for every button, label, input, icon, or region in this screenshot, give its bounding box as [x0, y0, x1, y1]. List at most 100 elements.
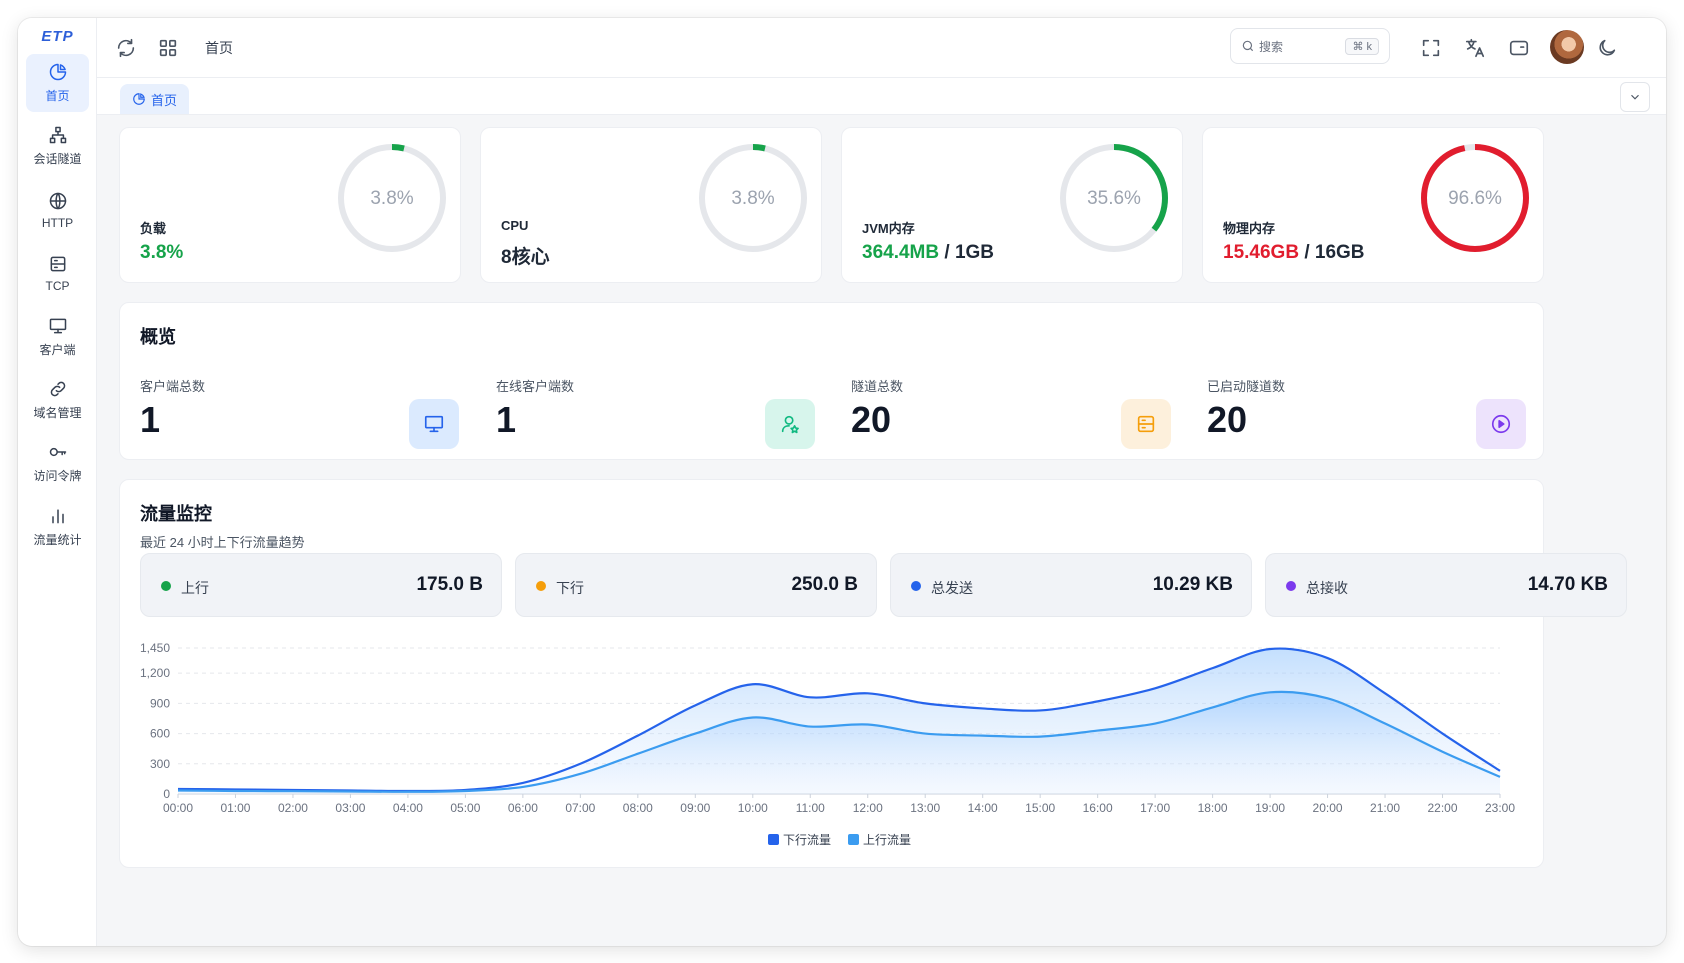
top-header: 首页 搜索 ⌘ k — [97, 18, 1666, 78]
moon-icon — [1599, 39, 1616, 56]
x-tick-label: 19:00 — [1255, 801, 1285, 815]
traffic-summary-download: 下行 250.0 B — [515, 553, 877, 617]
overview-label-clients-online: 在线客户端数 — [496, 379, 575, 394]
status-dot — [1286, 581, 1296, 591]
tab-home[interactable]: 首页 — [120, 84, 190, 114]
bar-chart-icon — [51, 509, 64, 524]
play-circle-icon — [1491, 414, 1511, 434]
sidebar-item-sessions[interactable]: 会话隧道 — [26, 117, 89, 175]
traffic-summary-label: 总发送 — [931, 580, 973, 596]
traffic-title: 流量监控 — [140, 504, 212, 524]
x-tick-label: 18:00 — [1198, 801, 1228, 815]
x-tick-label: 08:00 — [623, 801, 653, 815]
monitor-icon-badge — [409, 399, 459, 449]
translate-icon — [1465, 38, 1485, 58]
monitor-icon — [424, 415, 444, 433]
ring-percent: 35.6% — [1087, 188, 1141, 209]
stat-value: 8核心 — [501, 247, 550, 268]
monitor-icon — [49, 318, 66, 334]
stat-label: 物理内存 — [1223, 221, 1276, 236]
overview-value-clients-online: 1 — [496, 399, 517, 440]
x-tick-label: 03:00 — [335, 801, 365, 815]
ring-percent: 3.8% — [370, 188, 414, 209]
sidebar-item-domains[interactable]: 域名管理 — [26, 371, 89, 429]
stat-value-total: 16GB — [1314, 242, 1365, 263]
ring-percent: 3.8% — [731, 188, 775, 209]
sidebar-item-label: 流量统计 — [33, 533, 82, 547]
pie-chart-icon — [49, 63, 66, 81]
y-tick-label: 900 — [150, 696, 170, 710]
legend-label: 上行流量 — [863, 833, 911, 847]
tabs-dropdown-button[interactable] — [1620, 82, 1650, 112]
refresh-button[interactable] — [115, 37, 137, 59]
server-icon-badge — [1121, 399, 1171, 449]
search-input[interactable]: 搜索 ⌘ k — [1230, 28, 1390, 64]
sidebar-item-tokens[interactable]: 访问令牌 — [26, 434, 89, 492]
y-tick-label: 1,200 — [140, 666, 170, 680]
apps-grid-button[interactable] — [157, 37, 179, 59]
traffic-summary-label: 下行 — [556, 580, 584, 596]
y-tick-label: 1,450 — [140, 642, 170, 655]
sidebar-item-label: 会话隧道 — [33, 152, 82, 166]
stat-value-used: 364.4MB — [862, 242, 940, 263]
traffic-subtitle: 最近 24 小时上下行流量趋势 — [140, 535, 305, 550]
sidebar: ETP 首页 会话隧道 HTTP TCP 客户端 域名管理 访问令牌 流量统计 — [18, 18, 97, 946]
traffic-summary-value: 10.29 KB — [1152, 574, 1233, 595]
stat-value: 15.46GB / 16GB — [1223, 242, 1365, 264]
overview-title: 概览 — [140, 327, 176, 347]
x-tick-label: 05:00 — [450, 801, 480, 815]
x-tick-label: 22:00 — [1428, 801, 1458, 815]
stat-value-total: 1GB — [954, 242, 995, 263]
sidebar-item-home[interactable]: 首页 — [26, 54, 89, 112]
play-circle-icon-badge — [1476, 399, 1526, 449]
legend-swatch — [768, 834, 779, 845]
overview-value-tunnels-started: 20 — [1207, 399, 1248, 440]
overview-card: 概览 客户端总数 1 在线客户端数 1 隧道总数 20 已启动隧道数 20 — [119, 302, 1544, 460]
stat-card-cpu: CPU 8核心 3.8% — [480, 127, 822, 283]
pie-chart-icon — [133, 93, 145, 105]
x-tick-label: 04:00 — [393, 801, 423, 815]
language-button[interactable] — [1464, 37, 1486, 59]
stat-card-jvm: JVM内存 364.4MB / 1GB 35.6% — [841, 127, 1183, 283]
x-tick-label: 17:00 — [1140, 801, 1170, 815]
sidebar-item-http[interactable]: HTTP — [26, 181, 89, 239]
refresh-icon — [117, 38, 135, 58]
theme-customize-button[interactable] — [1508, 37, 1530, 59]
breadcrumb[interactable]: 首页 — [205, 38, 233, 58]
stat-value-sep: / — [939, 242, 955, 263]
server-icon — [50, 256, 65, 271]
x-tick-label: 00:00 — [163, 801, 193, 815]
user-avatar[interactable] — [1550, 30, 1584, 64]
sidebar-item-traffic[interactable]: 流量统计 — [26, 498, 89, 556]
y-tick-label: 0 — [163, 787, 170, 801]
sidebar-item-tcp[interactable]: TCP — [26, 244, 89, 302]
search-shortcut-badge: ⌘ k — [1345, 37, 1379, 55]
ring-percent: 96.6% — [1448, 188, 1502, 209]
message-square-icon — [1509, 40, 1529, 56]
x-tick-label: 20:00 — [1313, 801, 1343, 815]
stat-value: 364.4MB / 1GB — [862, 242, 994, 264]
stat-label: 负载 — [140, 221, 167, 236]
stat-label: JVM内存 — [862, 221, 915, 236]
link-icon — [50, 381, 65, 397]
dark-mode-toggle[interactable] — [1596, 37, 1618, 59]
tab-bar: 首页 — [97, 78, 1666, 115]
grid-icon — [159, 39, 177, 57]
traffic-summary-value: 175.0 B — [416, 574, 483, 595]
tab-label: 首页 — [151, 92, 178, 108]
traffic-summary-upload: 上行 175.0 B — [140, 553, 502, 617]
sidebar-item-clients[interactable]: 客户端 — [26, 308, 89, 366]
traffic-summary-value: 250.0 B — [791, 574, 858, 595]
fullscreen-button[interactable] — [1420, 37, 1442, 59]
x-tick-label: 11:00 — [796, 801, 825, 815]
app-window: ETP 首页 会话隧道 HTTP TCP 客户端 域名管理 访问令牌 流量统计 … — [18, 18, 1666, 946]
stat-card-load: 负载 3.8% 3.8% — [119, 127, 461, 283]
user-star-icon-badge — [765, 399, 815, 449]
overview-label-tunnels-started: 已启动隧道数 — [1207, 379, 1286, 394]
overview-label-clients-total: 客户端总数 — [140, 379, 206, 394]
legend-label: 下行流量 — [783, 833, 831, 847]
app-logo: ETP — [41, 28, 74, 45]
network-icon — [49, 126, 66, 144]
x-tick-label: 15:00 — [1025, 801, 1055, 815]
chevron-down-icon — [1631, 94, 1639, 100]
